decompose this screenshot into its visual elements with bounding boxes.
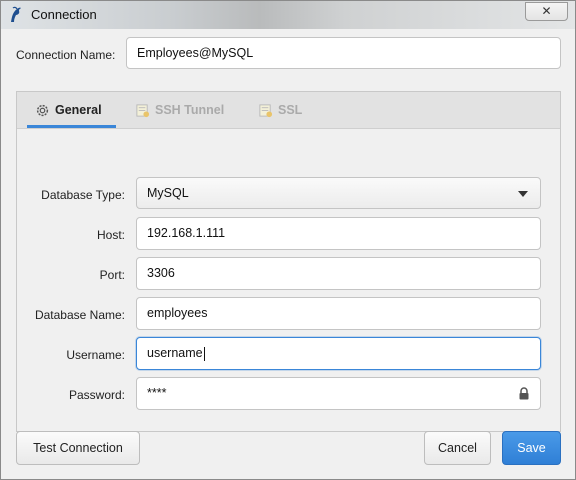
tab-general[interactable]: General bbox=[35, 92, 102, 129]
tab-general-label: General bbox=[55, 103, 102, 117]
connection-name-input[interactable]: Employees@MySQL bbox=[126, 37, 561, 69]
username-input[interactable]: username bbox=[136, 337, 541, 370]
chevron-down-icon bbox=[518, 191, 528, 197]
connection-dialog: Connection ✕ Connection Name: Employees@… bbox=[0, 0, 576, 480]
dialog-content: Connection Name: Employees@MySQL General bbox=[1, 29, 575, 479]
title-bar[interactable]: Connection ✕ bbox=[1, 1, 575, 29]
database-type-select[interactable]: MySQL bbox=[136, 177, 541, 209]
cancel-button[interactable]: Cancel bbox=[424, 431, 491, 465]
port-input[interactable]: 3306 bbox=[136, 257, 541, 290]
tab-ssl[interactable]: SSL bbox=[258, 92, 302, 129]
save-button[interactable]: Save bbox=[502, 431, 561, 465]
host-input[interactable]: 192.168.1.111 bbox=[136, 217, 541, 250]
username-label: Username: bbox=[66, 348, 125, 362]
connection-name-label: Connection Name: bbox=[16, 48, 116, 62]
lock-icon[interactable] bbox=[518, 387, 530, 400]
database-type-value: MySQL bbox=[147, 186, 189, 200]
text-caret bbox=[203, 346, 205, 361]
gear-icon bbox=[36, 105, 49, 117]
host-label: Host: bbox=[96, 228, 125, 242]
close-icon: ✕ bbox=[541, 4, 552, 18]
close-button[interactable]: ✕ bbox=[525, 2, 568, 21]
password-value: **** bbox=[147, 386, 167, 400]
test-connection-button[interactable]: Test Connection bbox=[16, 431, 140, 465]
database-name-input[interactable]: employees bbox=[136, 297, 541, 330]
dolphin-icon bbox=[11, 6, 21, 22]
tab-ssh-tunnel[interactable]: SSH Tunnel bbox=[135, 92, 224, 129]
tunnel-doc-icon bbox=[136, 104, 150, 118]
username-value: username bbox=[147, 346, 203, 360]
settings-panel: General SSH Tunnel SSL Database Type: My… bbox=[16, 91, 561, 432]
tab-ssl-label: SSL bbox=[278, 103, 303, 117]
window-title: Connection bbox=[31, 7, 97, 22]
tab-ssh-tunnel-label: SSH Tunnel bbox=[155, 103, 225, 117]
tab-bar: General SSH Tunnel SSL bbox=[17, 92, 560, 129]
password-input[interactable]: **** bbox=[136, 377, 541, 410]
password-label: Password: bbox=[68, 388, 125, 402]
active-tab-indicator bbox=[27, 125, 116, 128]
database-name-label: Database Name: bbox=[34, 308, 125, 322]
port-label: Port: bbox=[99, 268, 125, 282]
certificate-icon bbox=[259, 104, 273, 118]
database-type-label: Database Type: bbox=[41, 188, 125, 202]
